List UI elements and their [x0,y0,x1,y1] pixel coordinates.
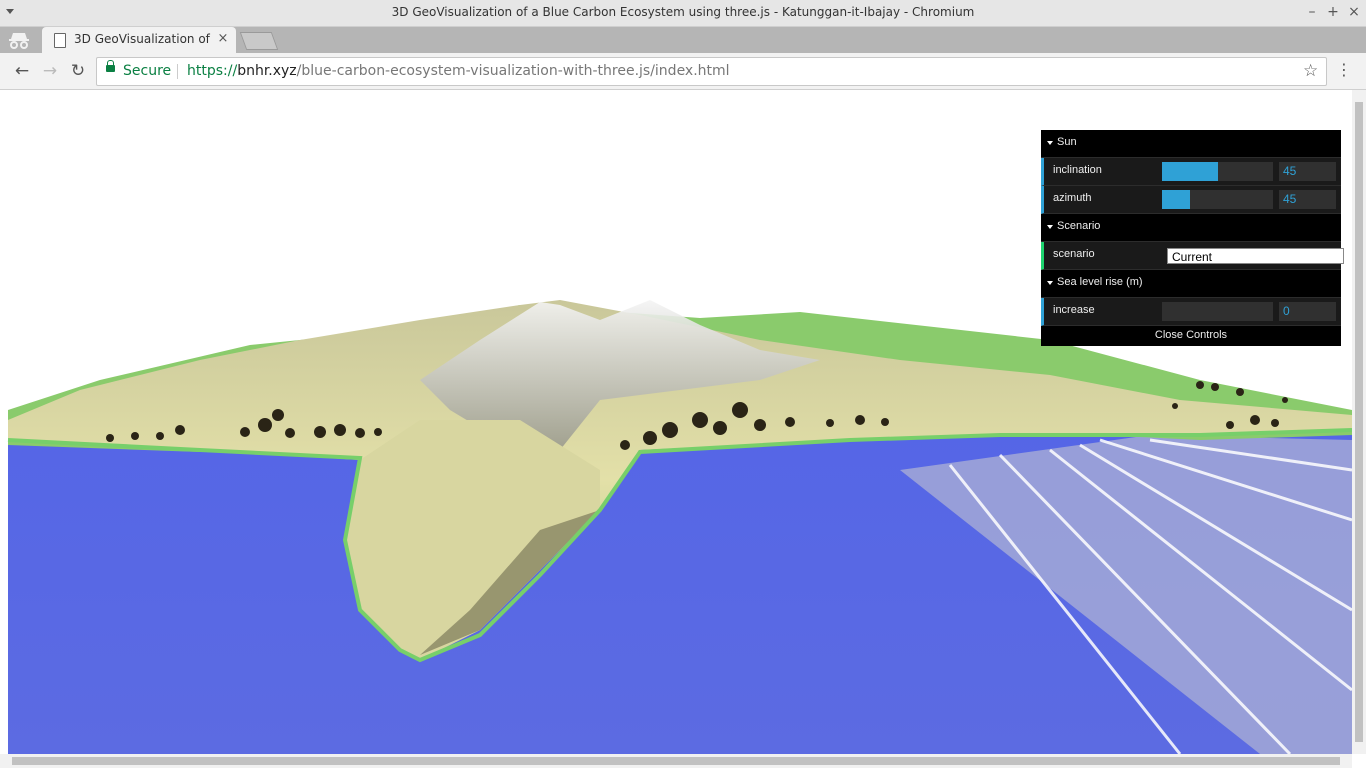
increase-slider[interactable] [1162,302,1273,321]
chevron-down-icon [1047,225,1053,229]
browser-menu-button[interactable]: ⋮ [1336,61,1352,79]
inclination-input[interactable]: 45 [1279,162,1336,181]
folder-sea-level-title: Sea level rise (m) [1057,276,1143,288]
url-text[interactable]: https://bnhr.xyz/blue-carbon-ecosystem-v… [187,63,730,79]
increase-label: increase [1053,304,1095,316]
control-increase: increase 0 [1041,298,1341,326]
azimuth-slider[interactable] [1162,190,1273,209]
scenario-label: scenario [1053,248,1095,260]
folder-scenario-title: Scenario [1057,220,1101,232]
chevron-down-icon [1047,281,1053,285]
control-azimuth: azimuth 45 [1041,186,1341,214]
increase-input[interactable]: 0 [1279,302,1336,321]
url-host: bnhr.xyz [237,63,297,79]
minimize-button[interactable]: – [1304,4,1320,20]
horizontal-scroll-thumb[interactable] [12,757,1340,765]
azimuth-input[interactable]: 45 [1279,190,1336,209]
folder-scenario[interactable]: Scenario [1041,214,1341,242]
window-title: 3D GeoVisualization of a Blue Carbon Eco… [391,5,975,19]
inclination-slider-fill [1162,162,1218,181]
tab-strip: 3D GeoVisualization of a × [0,27,1366,53]
page-icon [54,33,66,48]
azimuth-label: azimuth [1053,192,1092,204]
folder-sea-level[interactable]: Sea level rise (m) [1041,270,1341,298]
new-tab-button[interactable] [239,32,279,50]
control-scenario: scenario Current [1041,242,1344,270]
url-path: /blue-carbon-ecosystem-visualization-wit… [296,63,730,79]
azimuth-slider-fill [1162,190,1190,209]
close-window-button[interactable]: × [1346,4,1362,20]
secure-label: Secure [123,63,172,79]
maximize-button[interactable]: + [1325,4,1341,20]
horizontal-scrollbar[interactable] [0,754,1352,768]
tab-active[interactable]: 3D GeoVisualization of a × [42,27,236,53]
url-scheme: https:// [187,63,238,79]
folder-sun[interactable]: Sun [1041,130,1341,158]
chevron-down-icon [1047,141,1053,145]
address-divider [177,64,178,79]
reload-button[interactable]: ↻ [68,61,88,81]
lock-icon [106,60,115,72]
window-title-bar: 3D GeoVisualization of a Blue Carbon Eco… [0,0,1366,27]
control-inclination: inclination 45 [1041,158,1341,186]
inclination-slider[interactable] [1162,162,1273,181]
address-bar[interactable]: Secure https://bnhr.xyz/blue-carbon-ecos… [96,57,1327,86]
star-icon[interactable]: ☆ [1303,61,1318,81]
folder-sun-title: Sun [1057,136,1077,148]
browser-toolbar: ← → ↻ Secure https://bnhr.xyz/blue-carbo… [0,53,1366,90]
tab-title: 3D GeoVisualization of a [74,32,214,46]
tab-close-button[interactable]: × [215,30,231,48]
scenario-select[interactable]: Current [1167,248,1344,264]
controls-panel: Sun inclination 45 azimuth 45 Scenario s… [1041,130,1344,346]
close-controls-button[interactable]: Close Controls [1041,326,1341,346]
forward-button[interactable]: → [40,61,60,81]
inclination-label: inclination [1053,164,1102,176]
incognito-icon [9,33,29,49]
vertical-scrollbar[interactable] [1352,90,1366,754]
vertical-scroll-thumb[interactable] [1355,102,1363,742]
back-button[interactable]: ← [12,61,32,81]
